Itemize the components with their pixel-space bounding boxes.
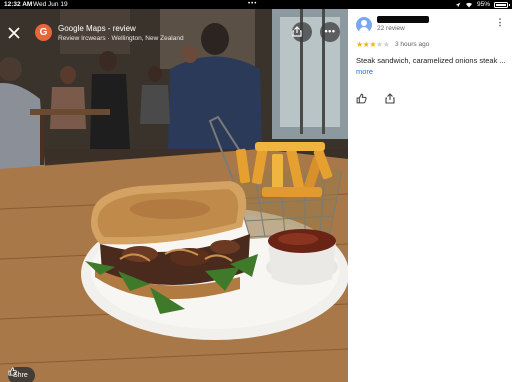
share-icon: [385, 93, 395, 104]
review-body: Steak sandwich, caramelized onions steak…: [356, 56, 506, 65]
close-icon: [8, 27, 20, 39]
battery-icon: [494, 1, 510, 8]
avatar-body: [359, 27, 369, 33]
location-icon: [455, 2, 461, 7]
photo-scene: [0, 9, 348, 382]
status-bar: 12:32 AM Wed Jun 19 ••• 95%: [0, 0, 512, 9]
thumbs-up-icon: [8, 367, 17, 376]
review-more-link[interactable]: more: [356, 67, 373, 76]
star-4: ★: [376, 40, 383, 49]
review-share-button[interactable]: [385, 91, 397, 104]
more-options-button[interactable]: •••: [320, 22, 340, 42]
like-button[interactable]: [356, 91, 368, 104]
star-3: ★: [369, 40, 377, 49]
shre-button[interactable]: Shre: [8, 367, 35, 382]
screen: 12:32 AM Wed Jun 19 ••• 95% G Google Map…: [0, 0, 512, 382]
source-subtitle: Review Ircwears · Wellington, New Zealan…: [58, 35, 184, 42]
battery-percent: 95%: [476, 1, 490, 8]
user-avatar[interactable]: [356, 17, 372, 33]
close-button[interactable]: [8, 23, 28, 43]
wifi-icon: [465, 2, 472, 7]
status-right: 95%: [455, 0, 510, 9]
star-5: ★: [382, 40, 390, 49]
star-rating: ★★★★★: [356, 40, 390, 49]
source-title: Google Maps - review: [58, 24, 136, 33]
review-time: 3 hours ago: [395, 41, 430, 48]
share-button[interactable]: [292, 22, 312, 42]
reviewer-count: 22 review: [377, 25, 405, 32]
share-icon: [292, 26, 302, 37]
thumbs-up-icon: [356, 93, 367, 104]
status-time: 12:32 AM: [4, 1, 33, 8]
multitask-dots[interactable]: •••: [248, 0, 257, 9]
source-avatar: G: [35, 24, 52, 41]
avatar-head: [361, 20, 367, 26]
review-text: Steak sandwich, caramelized onions steak…: [356, 55, 506, 77]
review-more-button[interactable]: ⋮: [496, 17, 506, 28]
status-date: Wed Jun 19: [33, 1, 68, 8]
review-panel: 22 review ⋮ ★★★★★ 3 hours ago Steak sand…: [348, 9, 512, 382]
review-photo[interactable]: G Google Maps - review Review Ircwears ·…: [0, 9, 348, 382]
redacted-reviewer-name: [377, 16, 429, 23]
star-1: ★: [356, 40, 363, 49]
